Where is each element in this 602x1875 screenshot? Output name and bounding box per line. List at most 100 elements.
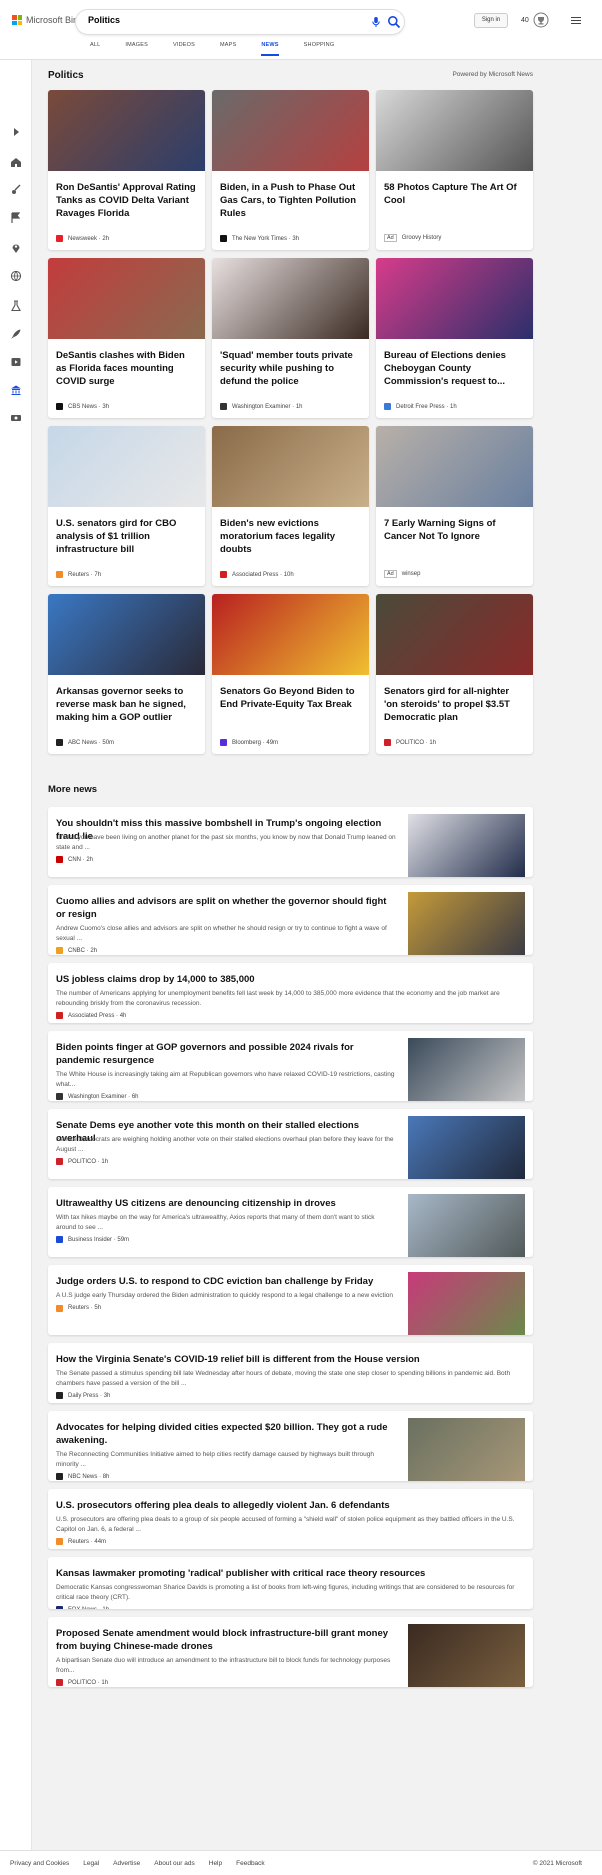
more-news-source: Reuters · 44m [56,1538,106,1545]
news-card-title[interactable]: Ron DeSantis' Approval Rating Tanks as C… [56,181,197,220]
news-card[interactable]: DeSantis clashes with Biden as Florida f… [48,258,205,418]
expand-icon[interactable] [10,126,22,138]
publisher-name: CNBC [68,947,86,954]
location-icon[interactable] [10,242,22,254]
more-news-item[interactable]: Judge orders U.S. to respond to CDC evic… [48,1265,533,1335]
more-news-item[interactable]: Biden points finger at GOP governors and… [48,1031,533,1101]
more-news-title[interactable]: Biden points finger at GOP governors and… [56,1041,396,1067]
news-card-image[interactable] [212,90,369,171]
more-news-item[interactable]: Proposed Senate amendment would block in… [48,1617,533,1687]
news-card-image[interactable] [212,258,369,339]
more-news-thumbnail[interactable] [408,1272,525,1335]
more-news-title[interactable]: Advocates for helping divided cities exp… [56,1421,396,1447]
news-card-title[interactable]: Senators gird for all-nighter 'on steroi… [384,685,525,724]
news-card-image[interactable] [376,90,533,171]
hamburger-menu-icon[interactable] [571,17,581,25]
news-card[interactable]: Biden, in a Push to Phase Out Gas Cars, … [212,90,369,250]
news-card-title[interactable]: 'Squad' member touts private security wh… [220,349,361,388]
more-news-item[interactable]: Cuomo allies and advisors are split on w… [48,885,533,955]
more-news-thumbnail[interactable] [408,1418,525,1481]
news-card[interactable]: Biden's new evictions moratorium faces l… [212,426,369,586]
news-card[interactable]: 58 Photos Capture The Art Of Cool Ad Groov… [376,90,533,250]
search-icon[interactable] [387,15,401,29]
news-card-title[interactable]: U.S. senators gird for CBO analysis of $… [56,517,197,556]
more-news-thumbnail[interactable] [408,1194,525,1257]
news-card[interactable]: 7 Early Warning Signs of Cancer Not To I… [376,426,533,586]
more-news-thumbnail[interactable] [408,892,525,955]
science-icon[interactable] [10,300,22,312]
more-news-title[interactable]: Kansas lawmaker promoting 'radical' publ… [56,1567,521,1580]
news-card-title[interactable]: DeSantis clashes with Biden as Florida f… [56,349,197,388]
more-news-title[interactable]: Cuomo allies and advisors are split on w… [56,895,396,921]
more-news-title[interactable]: How the Virginia Senate's COVID-19 relie… [56,1353,521,1366]
news-card-image[interactable] [212,594,369,675]
news-card-title[interactable]: Biden, in a Push to Phase Out Gas Cars, … [220,181,361,220]
tab-maps[interactable]: MAPS [220,42,236,56]
news-card-title[interactable]: Senators Go Beyond Biden to End Private-… [220,685,361,711]
news-card-image[interactable] [48,426,205,507]
news-card[interactable]: 'Squad' member touts private security wh… [212,258,369,418]
more-news-item[interactable]: Senate Dems eye another vote this month … [48,1109,533,1179]
footer-link[interactable]: Legal [83,1860,99,1867]
politics-icon[interactable] [10,384,22,396]
rewards-trophy-icon[interactable] [533,12,549,28]
more-news-item[interactable]: U.S. prosecutors offering plea deals to … [48,1489,533,1549]
search-input[interactable] [88,15,358,25]
rocket-icon[interactable] [10,328,22,340]
footer-link[interactable]: Feedback [236,1860,265,1867]
news-card[interactable]: Senators gird for all-nighter 'on steroi… [376,594,533,754]
more-news-item[interactable]: Ultrawealthy US citizens are denouncing … [48,1187,533,1257]
more-news-item[interactable]: How the Virginia Senate's COVID-19 relie… [48,1343,533,1403]
flag-icon[interactable] [10,212,22,224]
more-news-title[interactable]: Judge orders U.S. to respond to CDC evic… [56,1275,396,1288]
news-card[interactable]: Bureau of Elections denies Cheboygan Cou… [376,258,533,418]
news-card[interactable]: Ron DeSantis' Approval Rating Tanks as C… [48,90,205,250]
home-icon[interactable] [10,156,22,168]
more-news-title[interactable]: US jobless claims drop by 14,000 to 385,… [56,973,521,986]
more-news-title[interactable]: U.S. prosecutors offering plea deals to … [56,1499,521,1512]
tab-news[interactable]: NEWS [261,42,279,56]
news-card[interactable]: Senators Go Beyond Biden to End Private-… [212,594,369,754]
news-card-title[interactable]: Bureau of Elections denies Cheboygan Cou… [384,349,525,388]
news-card-title[interactable]: Arkansas governor seeks to reverse mask … [56,685,197,724]
footer-link[interactable]: Advertise [113,1860,140,1867]
news-card-image[interactable] [48,594,205,675]
news-card-title[interactable]: 58 Photos Capture The Art Of Cool [384,181,525,207]
footer-link[interactable]: Help [209,1860,222,1867]
news-card[interactable]: U.S. senators gird for CBO analysis of $… [48,426,205,586]
news-card-image[interactable] [212,426,369,507]
news-card-image[interactable] [376,594,533,675]
news-card-image[interactable] [48,90,205,171]
more-news-item[interactable]: Advocates for helping divided cities exp… [48,1411,533,1481]
news-card-image[interactable] [48,258,205,339]
news-card-image[interactable] [376,258,533,339]
globe-icon[interactable] [10,270,22,282]
more-news-thumbnail[interactable] [408,1038,525,1101]
more-news-item[interactable]: Kansas lawmaker promoting 'radical' publ… [48,1557,533,1609]
more-news-thumbnail[interactable] [408,1116,525,1179]
news-card[interactable]: Arkansas governor seeks to reverse mask … [48,594,205,754]
more-news-title[interactable]: Ultrawealthy US citizens are denouncing … [56,1197,396,1210]
news-card-image[interactable] [376,426,533,507]
more-news-thumbnail[interactable] [408,814,525,877]
more-news-item[interactable]: US jobless claims drop by 14,000 to 385,… [48,963,533,1023]
microphone-icon[interactable] [370,16,382,28]
sign-in-button[interactable]: Sign in [474,13,508,28]
rewards-points[interactable]: 40 [521,17,529,24]
money-icon[interactable] [10,412,22,424]
footer-link[interactable]: About our ads [154,1860,194,1867]
tab-all[interactable]: ALL [90,42,100,56]
entertainment-icon[interactable] [10,356,22,368]
more-news-thumbnail[interactable] [408,1624,525,1687]
more-news-source: POLITICO · 1h [56,1679,108,1686]
more-news-item[interactable]: You shouldn't miss this massive bombshel… [48,807,533,877]
tab-shopping[interactable]: SHOPPING [304,42,335,56]
bing-logo[interactable]: Microsoft Bing [12,15,83,25]
footer-link[interactable]: Privacy and Cookies [10,1860,69,1867]
news-card-title[interactable]: 7 Early Warning Signs of Cancer Not To I… [384,517,525,543]
sports-icon[interactable] [10,184,22,196]
tab-videos[interactable]: VIDEOS [173,42,195,56]
more-news-title[interactable]: Proposed Senate amendment would block in… [56,1627,396,1653]
tab-images[interactable]: IMAGES [125,42,148,56]
news-card-title[interactable]: Biden's new evictions moratorium faces l… [220,517,361,556]
